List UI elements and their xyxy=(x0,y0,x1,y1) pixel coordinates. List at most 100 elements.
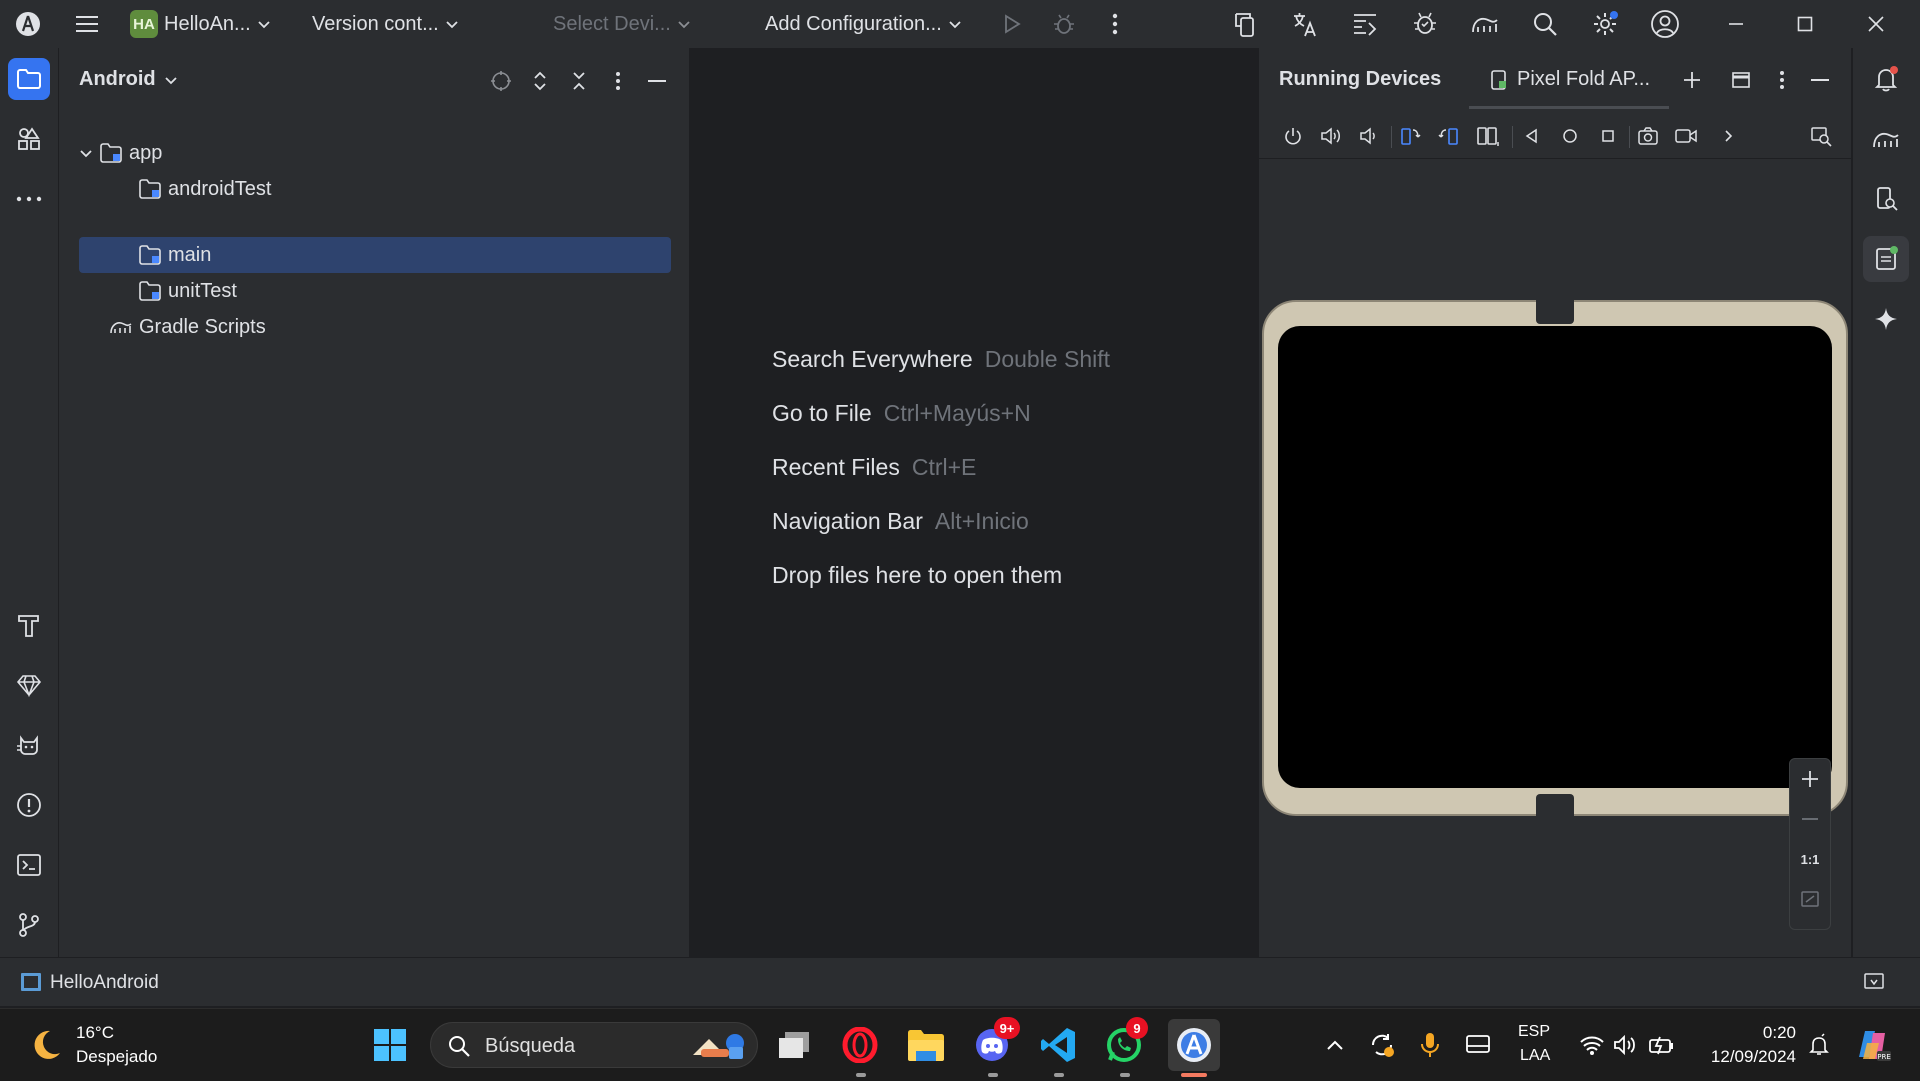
microphone-tray-icon[interactable] xyxy=(1408,1023,1452,1067)
hint-action: Navigation Bar xyxy=(772,508,923,534)
zoom-out-icon[interactable] xyxy=(1790,799,1830,839)
device-selector[interactable]: Select Devi... xyxy=(553,0,691,48)
rotate-left-icon[interactable] xyxy=(1396,122,1424,150)
search-icon[interactable] xyxy=(1525,4,1565,44)
notifications-button[interactable] xyxy=(1863,56,1909,102)
run-configuration-selector[interactable]: Add Configuration... xyxy=(765,0,962,48)
mirror-search-icon[interactable] xyxy=(1807,122,1835,150)
device-file-explorer-button[interactable] xyxy=(1863,176,1909,222)
device-screen[interactable] xyxy=(1278,326,1832,788)
gemini-button[interactable] xyxy=(1863,296,1909,342)
more-tool-windows-button[interactable] xyxy=(8,178,50,220)
logcat-button[interactable] xyxy=(8,724,50,766)
back-icon[interactable] xyxy=(1518,122,1546,150)
status-widget-icon[interactable] xyxy=(1863,972,1885,992)
running-devices-tool-button[interactable] xyxy=(1863,236,1909,282)
volume-down-icon[interactable] xyxy=(1355,122,1383,150)
app-quality-icon[interactable] xyxy=(1405,4,1445,44)
gradle-sync-icon[interactable] xyxy=(1465,4,1505,44)
debug-icon[interactable] xyxy=(1044,4,1084,44)
resource-manager-button[interactable] xyxy=(8,118,50,160)
tree-item-androidtest[interactable]: androidTest xyxy=(138,171,271,207)
gradle-tool-button[interactable] xyxy=(1863,116,1909,162)
taskbar-search-box[interactable]: Búsqueda xyxy=(430,1022,758,1068)
add-device-icon[interactable] xyxy=(1677,65,1707,95)
device-tab-pixel-fold[interactable]: Pixel Fold AP... xyxy=(1489,68,1650,91)
tree-item-main[interactable]: main xyxy=(79,237,671,273)
sync-tray-icon[interactable] xyxy=(1360,1023,1404,1067)
account-icon[interactable] xyxy=(1645,4,1685,44)
language-code[interactable]: ESP xyxy=(1518,1023,1550,1041)
vscode-app[interactable] xyxy=(1036,1023,1080,1067)
layout-inspector-icon[interactable] xyxy=(1345,4,1385,44)
file-explorer-app[interactable] xyxy=(904,1023,948,1067)
chevron-right-icon[interactable] xyxy=(1714,122,1742,150)
whatsapp-badge: 9 xyxy=(1126,1017,1148,1039)
window-layout-icon[interactable] xyxy=(1726,65,1756,95)
show-hidden-icons-button[interactable] xyxy=(1313,1023,1357,1067)
project-view-selector[interactable]: Android xyxy=(79,68,178,91)
fold-device-icon[interactable] xyxy=(1474,122,1502,150)
copilot-button[interactable]: PRE xyxy=(1852,1023,1896,1067)
locate-file-icon[interactable] xyxy=(486,66,516,96)
more-actions-icon[interactable] xyxy=(1095,4,1135,44)
panel-options-icon[interactable] xyxy=(603,66,633,96)
screen-record-icon[interactable] xyxy=(1672,122,1700,150)
toolbar-separator xyxy=(1391,126,1392,148)
devices-options-icon[interactable] xyxy=(1767,65,1797,95)
zoom-in-icon[interactable] xyxy=(1790,759,1830,799)
expand-all-icon[interactable] xyxy=(525,66,555,96)
build-tool-button[interactable] xyxy=(8,604,50,646)
whatsapp-app[interactable]: 9 xyxy=(1102,1017,1148,1067)
status-project-name[interactable]: HelloAndroid xyxy=(50,972,159,994)
screenshot-camera-icon[interactable] xyxy=(1634,122,1662,150)
opera-app[interactable] xyxy=(838,1023,882,1067)
project-tool-button[interactable] xyxy=(8,58,50,100)
hide-devices-icon[interactable] xyxy=(1805,65,1835,95)
project-switcher[interactable]: HA HelloAn... xyxy=(130,0,271,48)
keyboard-layout[interactable]: LAA xyxy=(1520,1047,1550,1065)
android-studio-logo-icon[interactable] xyxy=(8,4,48,44)
android-studio-app[interactable] xyxy=(1168,1019,1220,1071)
problems-button[interactable] xyxy=(8,784,50,826)
clock-date[interactable]: 12/09/2024 xyxy=(1700,1047,1796,1067)
minimize-window-icon[interactable] xyxy=(1716,4,1756,44)
tree-item-app[interactable]: app xyxy=(79,135,162,171)
clock-time[interactable]: 0:20 xyxy=(1760,1023,1796,1043)
collapse-all-icon[interactable] xyxy=(564,66,594,96)
discord-app[interactable]: 9+ xyxy=(970,1017,1020,1067)
close-window-icon[interactable] xyxy=(1856,4,1896,44)
device-manager-icon[interactable] xyxy=(1226,4,1266,44)
notification-center-button[interactable] xyxy=(1797,1023,1841,1067)
editor-area[interactable]: Search Everywhere Double Shift Go to File… xyxy=(690,48,1258,957)
translate-icon[interactable] xyxy=(1285,4,1325,44)
run-icon[interactable] xyxy=(992,4,1032,44)
rotate-right-icon[interactable] xyxy=(1435,122,1463,150)
toolbar-separator xyxy=(1512,126,1513,148)
zoom-actual-size-button[interactable]: 1:1 xyxy=(1790,839,1830,879)
power-icon[interactable] xyxy=(1279,122,1307,150)
maximize-window-icon[interactable] xyxy=(1785,4,1825,44)
tree-item-unittest[interactable]: unitTest xyxy=(138,273,237,309)
tree-item-label: Gradle Scripts xyxy=(139,315,266,338)
overview-icon[interactable] xyxy=(1594,122,1622,150)
zoom-fit-icon[interactable] xyxy=(1790,879,1830,919)
main-menu-icon[interactable] xyxy=(67,4,107,44)
volume-up-icon[interactable] xyxy=(1317,122,1345,150)
hide-panel-icon[interactable] xyxy=(642,66,672,96)
weather-widget[interactable] xyxy=(26,1025,66,1065)
terminal-button[interactable] xyxy=(8,844,50,886)
shapes-icon xyxy=(18,127,40,150)
start-button[interactable] xyxy=(368,1023,412,1067)
tree-item-gradle-scripts[interactable]: Gradle Scripts xyxy=(109,309,266,345)
home-icon[interactable] xyxy=(1556,122,1584,150)
app-quality-insights-button[interactable] xyxy=(8,664,50,706)
task-view-button[interactable] xyxy=(772,1023,816,1067)
zoom-controls: 1:1 xyxy=(1789,758,1831,930)
version-control-button[interactable] xyxy=(8,904,50,946)
left-tool-stripe xyxy=(0,48,59,957)
display-tray-icon[interactable] xyxy=(1456,1023,1500,1067)
vcs-menu[interactable]: Version cont... xyxy=(312,0,459,48)
battery-tray-icon[interactable] xyxy=(1640,1023,1684,1067)
settings-gear-icon[interactable] xyxy=(1585,4,1625,44)
